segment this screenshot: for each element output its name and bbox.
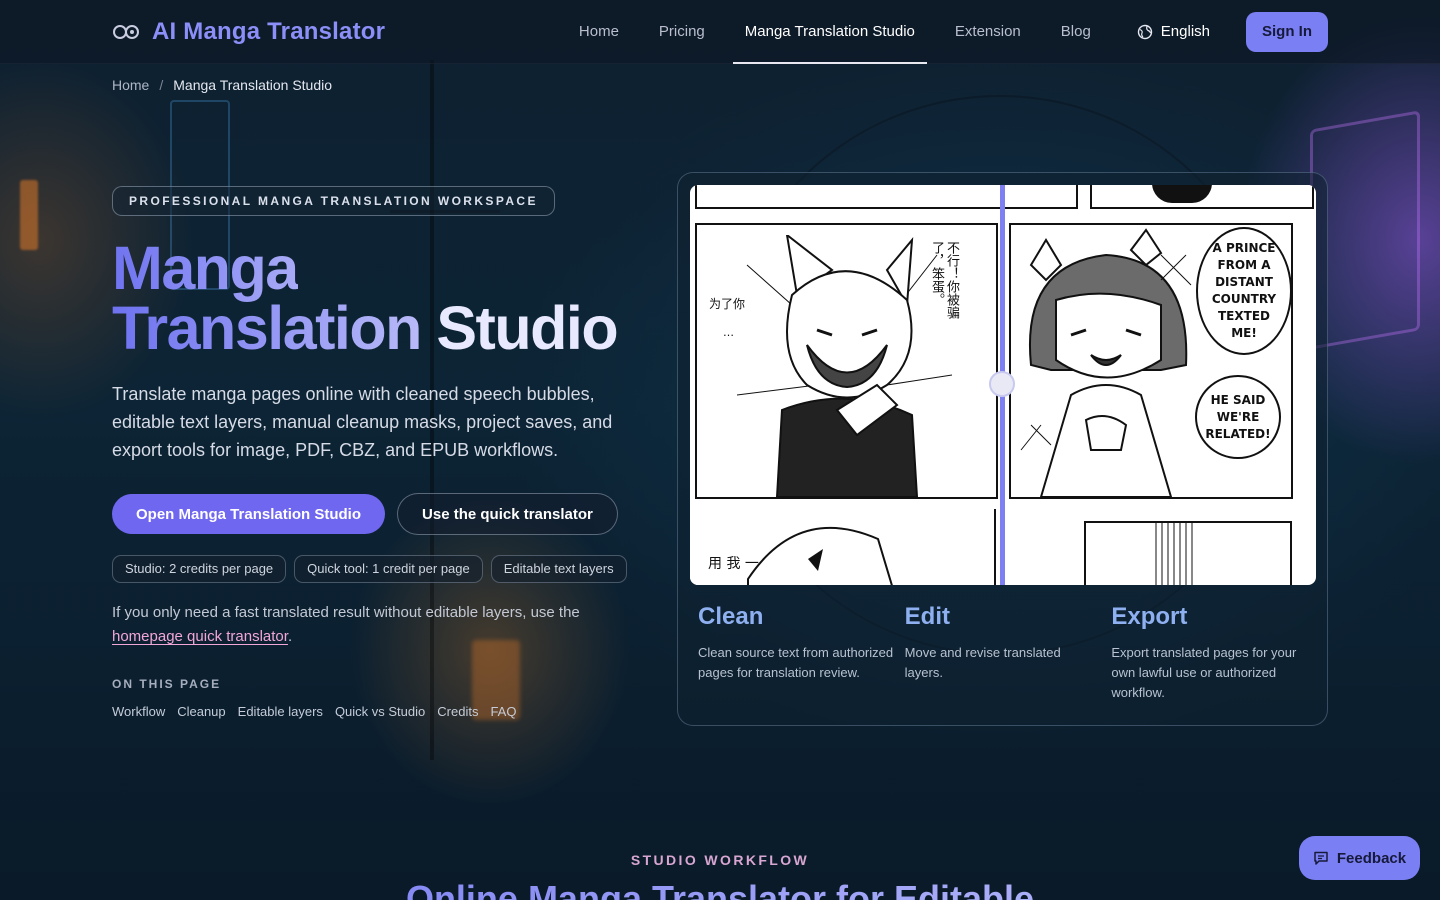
hero-eyebrow: PROFESSIONAL MANGA TRANSLATION WORKSPACE — [112, 186, 555, 216]
toc-editable-layers[interactable]: Editable layers — [238, 704, 323, 719]
open-studio-button[interactable]: Open Manga Translation Studio — [112, 494, 386, 534]
comic-character-cat-boy — [737, 235, 953, 497]
feature-clean-title: Clean — [698, 603, 764, 630]
bg-lamp-left — [20, 180, 38, 250]
hero-description: Translate manga pages online with cleane… — [112, 384, 613, 460]
sign-in-button[interactable]: Sign In — [1246, 11, 1328, 52]
original-bubble-3: … — [723, 326, 734, 339]
comic-panel-translated: A PRINCE FROM A DISTANT COUNTRY TEXTED M… — [1009, 223, 1293, 499]
quick-translator-button[interactable]: Use the quick translator — [397, 493, 618, 535]
hero-left: PROFESSIONAL MANGA TRANSLATION WORKSPACE… — [112, 186, 662, 719]
homepage-quick-translator-link[interactable]: homepage quick translator — [112, 628, 288, 645]
chat-icon — [1314, 851, 1328, 865]
feedback-button[interactable]: Feedback — [1299, 836, 1420, 880]
feature-export-desc: Export translated pages for your own law… — [1111, 645, 1297, 700]
breadcrumb-current: Manga Translation Studio — [173, 77, 333, 93]
feature-edit-title: Edit — [904, 603, 950, 630]
original-bottom-text: 用 我 一 — [708, 556, 759, 572]
page-title: Manga Translation Studio — [112, 238, 662, 359]
comic-panel-top-left — [695, 185, 1078, 209]
note-end: . — [287, 628, 293, 645]
top-nav: AI Manga Translator Home Pricing Manga T… — [0, 0, 1440, 64]
language-label: English — [1160, 23, 1210, 40]
preview-features: Clean Clean source text from authorized … — [698, 603, 1318, 703]
feature-edit: Edit Move and revise translated layers. — [905, 603, 1112, 703]
nav-pricing[interactable]: Pricing — [647, 0, 717, 64]
breadcrumb-separator: / — [159, 77, 164, 93]
cta-group: Open Manga Translation Studio Use the qu… — [112, 493, 662, 535]
language-selector[interactable]: English — [1127, 23, 1220, 40]
feedback-label: Feedback — [1336, 849, 1407, 867]
feature-export: Export Export translated pages for your … — [1111, 603, 1318, 703]
feature-clean: Clean Clean source text from authorized … — [698, 603, 905, 703]
globe-icon — [1137, 24, 1152, 39]
comparison-slider-handle[interactable] — [989, 371, 1015, 397]
toc-title: ON THIS PAGE — [112, 677, 222, 691]
breadcrumb-home[interactable]: Home — [112, 77, 149, 93]
toc-credits[interactable]: Credits — [437, 704, 478, 719]
title-line-1: Manga — [112, 234, 299, 302]
chip-studio-credits: Studio: 2 credits per page — [112, 555, 287, 583]
infinity-link-icon — [113, 24, 139, 39]
note-text: If you only need a fast translated resul… — [112, 604, 580, 621]
toc-quick-vs-studio[interactable]: Quick vs Studio — [335, 704, 425, 719]
toc-workflow[interactable]: Workflow — [112, 704, 165, 719]
chip-editable-layers: Editable text layers — [490, 555, 627, 583]
title-line-2b: Studio — [436, 294, 618, 362]
translated-bubble-1: A PRINCE FROM A DISTANT COUNTRY TEXTED M… — [1196, 227, 1292, 355]
feature-chips: Studio: 2 credits per page Quick tool: 1… — [112, 555, 662, 583]
translated-bubble-2: HE SAID WE'RE RELATED! — [1195, 375, 1281, 459]
toc-cleanup[interactable]: Cleanup — [177, 704, 225, 719]
breadcrumb: Home / Manga Translation Studio — [0, 64, 1440, 93]
title-line-2a: Translation — [112, 294, 422, 362]
comic-panel-original: 不行！你被骗了，笨蛋。 为了你 … — [695, 223, 998, 499]
nav-manga-translation-studio[interactable]: Manga Translation Studio — [732, 0, 927, 64]
brand-name: AI Manga Translator — [152, 17, 386, 45]
feature-clean-desc: Clean source text from authorized pages … — [698, 645, 894, 680]
brand[interactable]: AI Manga Translator — [112, 18, 385, 46]
nav-home[interactable]: Home — [567, 0, 631, 64]
quick-tool-note: If you only need a fast translated resul… — [112, 601, 632, 649]
comic-panel-bottom-right — [1084, 521, 1292, 585]
workflow-title: Online Manga Translator for Editable — [0, 878, 1440, 900]
comparison-preview[interactable]: 不行！你被骗了，笨蛋。 为了你 … A PRINCE FROM A DISTAN… — [690, 185, 1316, 585]
feature-export-title: Export — [1111, 603, 1188, 630]
chip-quick-credits: Quick tool: 1 credit per page — [294, 555, 483, 583]
comic-panel-bottom-left: 用 我 一 — [690, 509, 996, 585]
workflow-eyebrow: STUDIO WORKFLOW — [630, 852, 810, 868]
comic-character-girl — [1020, 228, 1192, 497]
nav-extension[interactable]: Extension — [943, 0, 1033, 64]
workflow-section-header: STUDIO WORKFLOW Online Manga Translator … — [0, 852, 1440, 900]
original-bubble-1: 不行！你被骗了，笨蛋。 — [929, 241, 959, 319]
original-bubble-2: 为了你 — [709, 297, 746, 311]
nav-links: Home Pricing Manga Translation Studio Ex… — [559, 0, 1328, 64]
preview-card: 不行！你被骗了，笨蛋。 为了你 … A PRINCE FROM A DISTAN… — [677, 172, 1328, 726]
toc-links: Workflow Cleanup Editable layers Quick v… — [112, 704, 662, 719]
feature-edit-desc: Move and revise translated layers. — [904, 645, 1061, 680]
toc-faq[interactable]: FAQ — [490, 704, 516, 719]
nav-blog[interactable]: Blog — [1049, 0, 1103, 64]
comic-panel-top-right — [1090, 185, 1314, 209]
